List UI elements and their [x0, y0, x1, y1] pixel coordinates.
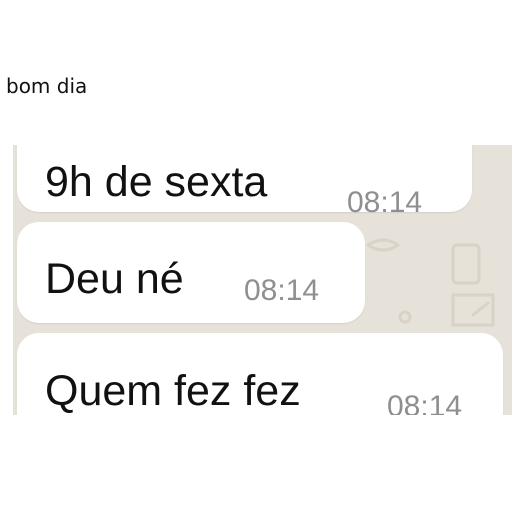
message-timestamp: 08:14: [387, 390, 463, 415]
message-timestamp: 08:14: [244, 274, 320, 307]
message-bubble[interactable]: Deu né 08:14: [17, 222, 365, 323]
message-timestamp: 08:14: [347, 186, 423, 219]
chat-screenshot: 9h de sexta 08:14 Deu né 08:14 Quem fez …: [13, 145, 512, 415]
message-bubble[interactable]: 9h de sexta 08:14: [17, 145, 472, 219]
message-text: 9h de sexta: [45, 158, 268, 206]
post-caption: bom dia: [6, 74, 88, 98]
message-text: Deu né: [45, 255, 184, 303]
message-text: Quem fez fez: [45, 367, 301, 415]
message-bubble[interactable]: Quem fez fez 08:14: [17, 333, 503, 415]
